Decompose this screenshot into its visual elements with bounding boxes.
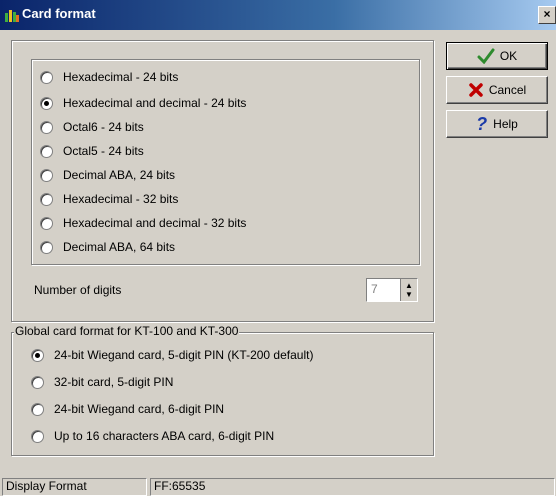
format-option-decaba-24[interactable]: Decimal ABA, 24 bits [40,166,175,184]
format-option-octal6-24[interactable]: Octal6 - 24 bits [40,118,144,136]
radio-button[interactable] [40,192,53,206]
global-option-24-5pin[interactable]: 24-bit Wiegand card, 5-digit PIN (KT-200… [31,346,313,364]
radio-button[interactable] [40,70,53,84]
radio-button[interactable] [40,240,53,254]
radio-button[interactable] [40,120,53,134]
radio-button[interactable] [31,348,44,362]
x-icon [469,83,483,97]
format-option-hex-24[interactable]: Hexadecimal - 24 bits [40,68,178,86]
format-option-decaba-64[interactable]: Decimal ABA, 64 bits [40,238,175,256]
down-arrow-icon[interactable]: ▼ [405,291,413,299]
radio-label: Octal6 - 24 bits [63,120,144,134]
title-bar: Card format × [0,0,556,30]
window-title: Card format [22,6,96,21]
radio-button[interactable] [40,216,53,230]
check-icon [477,48,495,64]
radio-label: Hexadecimal and decimal - 24 bits [63,96,247,110]
status-value: FF:65535 [150,478,555,496]
radio-label: 24-bit Wiegand card, 5-digit PIN (KT-200… [54,348,314,362]
format-option-hex-32[interactable]: Hexadecimal - 32 bits [40,190,178,208]
radio-label: 24-bit Wiegand card, 6-digit PIN [54,402,225,416]
radio-button[interactable] [31,375,44,389]
up-arrow-icon[interactable]: ▲ [405,282,413,290]
spinner-buttons[interactable]: ▲ ▼ [400,279,417,301]
question-icon: ? [476,114,488,134]
status-bar: Display Format FF:65535 [0,475,556,496]
number-of-digits-spinner[interactable]: 7 ▲ ▼ [366,278,418,302]
format-option-hexdec-32[interactable]: Hexadecimal and decimal - 32 bits [40,214,246,232]
radio-label: 32-bit card, 5-digit PIN [54,375,174,389]
format-options-panel [31,59,420,265]
radio-button[interactable] [40,96,53,110]
number-of-digits-label: Number of digits [34,283,122,297]
close-button[interactable]: × [538,6,556,24]
status-display-format: Display Format [2,478,147,496]
ok-button[interactable]: OK [446,42,548,70]
radio-label: Hexadecimal - 32 bits [63,192,179,206]
global-group-title: Global card format for KT-100 and KT-300 [14,324,240,338]
format-option-hexdec-24[interactable]: Hexadecimal and decimal - 24 bits [40,94,246,112]
radio-label: Up to 16 characters ABA card, 6-digit PI… [54,429,275,443]
app-icon [5,10,19,22]
cancel-label: Cancel [488,83,527,97]
help-button[interactable]: ? Help [446,110,548,138]
card-format-window: Card format × Hexadecimal - 24 bits Hexa… [0,0,556,496]
format-option-octal5-24[interactable]: Octal5 - 24 bits [40,142,144,160]
radio-button[interactable] [40,144,53,158]
radio-label: Octal5 - 24 bits [63,144,144,158]
radio-button[interactable] [40,168,53,182]
global-option-32-5pin[interactable]: 32-bit card, 5-digit PIN [31,373,173,391]
radio-button[interactable] [31,429,44,443]
radio-label: Hexadecimal - 24 bits [63,70,179,84]
ok-label: OK [499,49,518,63]
radio-label: Decimal ABA, 24 bits [63,168,176,182]
radio-label: Decimal ABA, 64 bits [63,240,176,254]
cancel-button[interactable]: Cancel [446,76,548,104]
global-option-aba-6pin[interactable]: Up to 16 characters ABA card, 6-digit PI… [31,427,274,445]
radio-button[interactable] [31,402,44,416]
global-option-24-6pin[interactable]: 24-bit Wiegand card, 6-digit PIN [31,400,224,418]
radio-label: Hexadecimal and decimal - 32 bits [63,216,247,230]
help-label: Help [493,117,518,131]
digits-value[interactable]: 7 [371,282,378,296]
